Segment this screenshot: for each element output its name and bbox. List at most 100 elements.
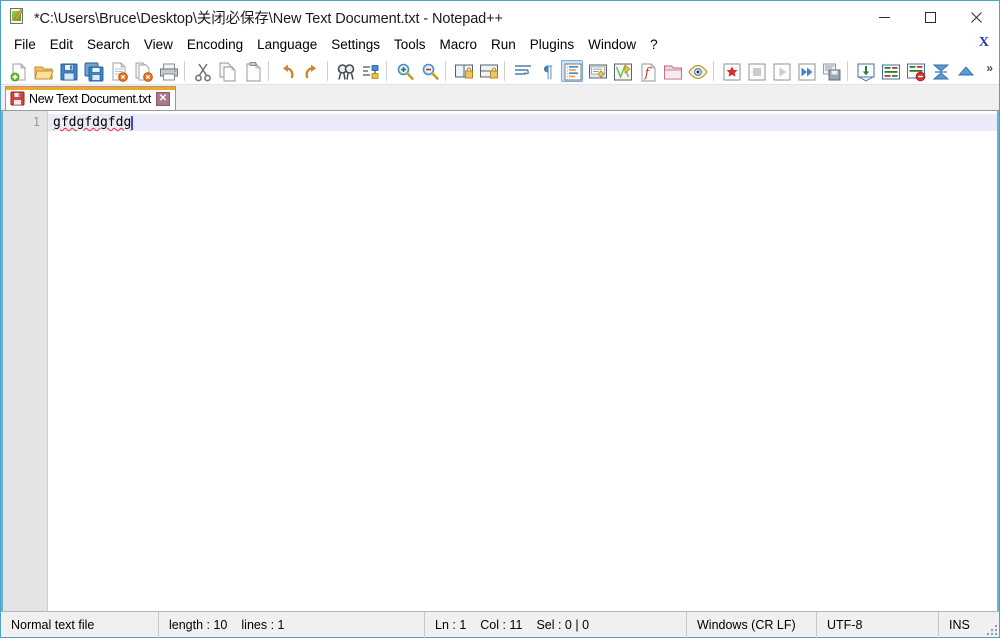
indent-guide-icon[interactable] [561, 60, 583, 82]
toolbar-separator [184, 61, 185, 81]
save-icon[interactable] [57, 60, 79, 82]
document-map-icon[interactable] [611, 60, 633, 82]
user-defined-language-icon[interactable] [586, 60, 608, 82]
text-caret [131, 116, 133, 130]
unsaved-file-icon [10, 91, 25, 106]
monitoring-icon[interactable] [686, 60, 708, 82]
current-line[interactable]: gfdgfdgfdg [48, 114, 997, 131]
remove-empty-lines-icon[interactable] [904, 60, 926, 82]
line-number-gutter: 1 [3, 111, 48, 611]
tab-bar: New Text Document.txt ✕ [1, 85, 999, 111]
menu-item-settings[interactable]: Settings [324, 35, 387, 55]
find-icon[interactable] [334, 60, 356, 82]
menu-item-run[interactable]: Run [484, 35, 523, 55]
new-file-icon[interactable] [7, 60, 29, 82]
toolbar-separator [268, 61, 269, 81]
status-length-label: length : 10 [169, 618, 227, 632]
menu-item-file[interactable]: File [7, 35, 43, 55]
status-bar: Normal text file length : 10 lines : 1 L… [1, 611, 999, 637]
sync-vertical-scroll-icon[interactable] [452, 60, 474, 82]
menu-item-help[interactable]: ? [643, 35, 665, 55]
notepad-plus-plus-icon [9, 8, 27, 26]
active-tab-indicator [6, 87, 175, 90]
show-spaces-tabs-icon[interactable] [879, 60, 901, 82]
editor-area[interactable]: 1 gfdgfdgfdg [1, 111, 999, 611]
paste-icon[interactable] [241, 60, 263, 82]
toolbar-overflow-chevron-icon[interactable]: » [986, 61, 993, 75]
status-eol-format[interactable]: Windows (CR LF) [687, 612, 817, 638]
status-length-lines: length : 10 lines : 1 [159, 612, 425, 638]
notepadpp-window: *C:\Users\Bruce\Desktop\关闭必保存\New Text D… [0, 0, 1000, 638]
open-file-icon[interactable] [32, 60, 54, 82]
menu-item-view[interactable]: View [137, 35, 180, 55]
menu-bar: File Edit Search View Encoding Language … [1, 33, 999, 57]
status-caret-position: Ln : 1 Col : 11 Sel : 0 | 0 [425, 612, 687, 638]
replace-icon[interactable] [359, 60, 381, 82]
status-file-type-label: Normal text file [11, 618, 94, 632]
copy-icon[interactable] [216, 60, 238, 82]
toolbar-separator [847, 61, 848, 81]
save-macro-icon[interactable] [820, 60, 842, 82]
menu-item-window[interactable]: Window [581, 35, 643, 55]
status-col-label: Col : 11 [480, 618, 522, 632]
redo-icon[interactable] [300, 60, 322, 82]
toolbar-separator [713, 61, 714, 81]
menu-item-language[interactable]: Language [250, 35, 324, 55]
toolbar-separator [327, 61, 328, 81]
resize-grip-icon[interactable] [986, 624, 997, 635]
cut-icon[interactable] [191, 60, 213, 82]
sync-horizontal-scroll-icon[interactable] [477, 60, 499, 82]
status-ln-label: Ln : 1 [435, 618, 466, 632]
svg-text:¶: ¶ [542, 63, 553, 83]
toolbar-separator [504, 61, 505, 81]
zoom-in-icon[interactable] [393, 60, 415, 82]
zoom-out-icon[interactable] [418, 60, 440, 82]
print-icon[interactable] [157, 60, 179, 82]
record-macro-icon[interactable] [720, 60, 742, 82]
status-encoding[interactable]: UTF-8 [817, 612, 939, 638]
show-all-characters-icon[interactable]: ¶ [536, 60, 558, 82]
menu-item-tools[interactable]: Tools [387, 35, 433, 55]
title-bar: *C:\Users\Bruce\Desktop\关闭必保存\New Text D… [1, 1, 999, 33]
window-controls [861, 1, 999, 33]
tab-close-icon[interactable]: ✕ [156, 92, 170, 106]
word-wrap-icon[interactable] [511, 60, 533, 82]
status-lines-label: lines : 1 [241, 618, 284, 632]
toolbar: ¶ f [1, 57, 999, 85]
status-eol-label: Windows (CR LF) [697, 618, 796, 632]
menu-item-search[interactable]: Search [80, 35, 137, 55]
menu-item-plugins[interactable]: Plugins [523, 35, 581, 55]
status-file-type: Normal text file [1, 612, 159, 638]
line-text: gfdgfdgfdg [53, 114, 131, 131]
toolbar-separator [445, 61, 446, 81]
code-canvas[interactable]: gfdgfdgfdg [48, 111, 997, 611]
menu-item-edit[interactable]: Edit [43, 35, 80, 55]
close-all-icon[interactable] [132, 60, 154, 82]
status-insert-mode-label: INS [949, 618, 970, 632]
close-document-button[interactable]: X [979, 35, 989, 51]
status-sel-label: Sel : 0 | 0 [536, 618, 589, 632]
toolbar-separator [386, 61, 387, 81]
menu-item-macro[interactable]: Macro [433, 35, 485, 55]
undo-icon[interactable] [275, 60, 297, 82]
maximize-icon[interactable] [907, 1, 953, 33]
status-encoding-label: UTF-8 [827, 618, 862, 632]
window-title: *C:\Users\Bruce\Desktop\关闭必保存\New Text D… [34, 7, 503, 28]
tab-new-text-document[interactable]: New Text Document.txt ✕ [5, 86, 176, 110]
save-all-icon[interactable] [82, 60, 104, 82]
status-insert-mode[interactable]: INS [939, 612, 987, 638]
minimize-icon[interactable] [861, 1, 907, 33]
close-file-icon[interactable] [107, 60, 129, 82]
tab-label: New Text Document.txt [29, 92, 151, 106]
folder-as-workspace-icon[interactable] [661, 60, 683, 82]
run-macro-multiple-icon[interactable] [795, 60, 817, 82]
collapse-all-icon[interactable] [929, 60, 951, 82]
function-list-icon[interactable]: f [636, 60, 658, 82]
uncollapse-all-icon[interactable] [954, 60, 976, 82]
menu-item-encoding[interactable]: Encoding [180, 35, 250, 55]
play-macro-icon[interactable] [770, 60, 792, 82]
stop-macro-icon[interactable] [745, 60, 767, 82]
close-icon[interactable] [953, 1, 999, 33]
line-number: 1 [3, 114, 47, 131]
run-icon[interactable] [854, 60, 876, 82]
